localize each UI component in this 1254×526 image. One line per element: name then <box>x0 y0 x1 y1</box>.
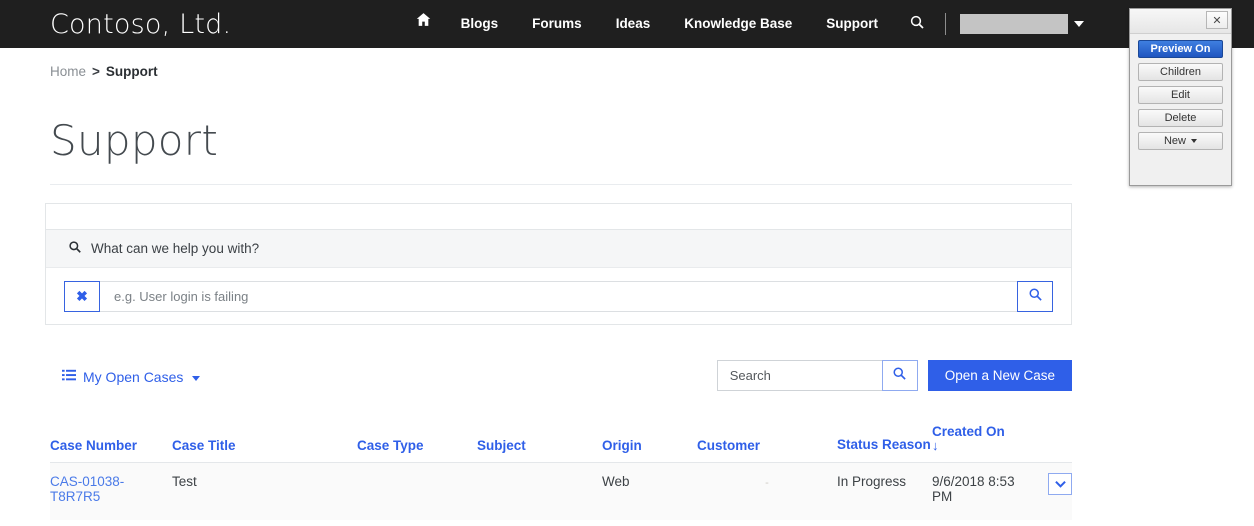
knowledge-search-panel-header <box>46 204 1071 230</box>
home-icon <box>415 0 432 48</box>
chevron-down-icon <box>1054 480 1066 488</box>
cell-case-title: Test <box>172 462 357 520</box>
list-search-input[interactable] <box>716 360 882 391</box>
page-editor-panel: ✕ Preview On Children Edit Delete New <box>1129 8 1232 186</box>
column-header-created-on-label: Created On <box>932 423 1005 439</box>
sort-descending-icon: ↓ <box>932 437 939 453</box>
search-icon <box>1028 287 1043 307</box>
search-icon <box>909 14 925 35</box>
page-title: Support <box>50 116 219 165</box>
nav-home-link[interactable] <box>403 0 444 48</box>
page-editor-panel-body: Preview On Children Edit Delete New <box>1130 34 1231 156</box>
knowledge-search-panel: What can we help you with? ✖ <box>45 203 1072 325</box>
preview-on-button[interactable]: Preview On <box>1138 40 1223 58</box>
column-header-case-title[interactable]: Case Title <box>172 414 357 463</box>
column-header-created-on[interactable]: Created On ↓ <box>932 414 1072 463</box>
table-row: CAS-01038-T8R7R5 Test Web - In Progress … <box>50 462 1072 520</box>
primary-nav: Blogs Forums Ideas Knowledge Base Suppor… <box>403 0 1254 48</box>
page-editor-panel-header: ✕ <box>1130 9 1231 34</box>
case-list-table: Case Number Case Title Case Type Subject… <box>50 414 1072 520</box>
new-button-label: New <box>1163 135 1186 147</box>
nav-divider <box>945 13 946 35</box>
breadcrumb: Home > Support <box>50 64 158 79</box>
view-selector[interactable]: My Open Cases <box>62 369 201 385</box>
nav-item-knowledge-base[interactable]: Knowledge Base <box>667 0 809 48</box>
case-list-toolbar: My Open Cases Open a New Case <box>50 360 1072 396</box>
nav-search-button[interactable] <box>895 14 939 35</box>
children-button[interactable]: Children <box>1138 63 1223 81</box>
open-new-case-button[interactable]: Open a New Case <box>927 360 1072 391</box>
site-brand[interactable]: Contoso, Ltd. <box>50 9 231 40</box>
cell-subject <box>477 462 602 520</box>
cell-case-type <box>357 462 477 520</box>
cell-status-reason: In Progress <box>837 462 932 520</box>
nav-item-blogs[interactable]: Blogs <box>444 0 516 48</box>
new-button[interactable]: New <box>1138 132 1223 150</box>
row-actions-menu-button[interactable] <box>1048 472 1072 495</box>
breadcrumb-separator: > <box>92 64 100 79</box>
view-selector-label: My Open Cases <box>83 369 184 385</box>
cell-case-number: CAS-01038-T8R7R5 <box>50 462 172 520</box>
column-header-status-reason[interactable]: Status Reason <box>837 414 932 463</box>
column-header-case-number[interactable]: Case Number <box>50 414 172 463</box>
customer-empty-value: - <box>765 476 769 489</box>
column-header-case-type[interactable]: Case Type <box>357 414 477 463</box>
title-divider <box>50 184 1072 185</box>
knowledge-search-row: ✖ <box>46 268 1071 312</box>
delete-button[interactable]: Delete <box>1138 109 1223 127</box>
chevron-down-icon <box>1074 21 1084 27</box>
list-search-group: Open a New Case <box>716 360 1072 391</box>
list-search-button[interactable] <box>881 360 918 391</box>
column-header-customer[interactable]: Customer <box>697 414 837 463</box>
cell-customer: - <box>697 462 837 520</box>
knowledge-search-submit-button[interactable] <box>1017 281 1053 312</box>
case-number-link[interactable]: CAS-01038-T8R7R5 <box>50 474 124 504</box>
knowledge-search-prompt-text: What can we help you with? <box>91 241 260 256</box>
user-menu[interactable] <box>952 14 1084 34</box>
list-icon <box>62 369 76 385</box>
column-header-subject[interactable]: Subject <box>477 414 602 463</box>
cell-origin: Web <box>602 462 697 520</box>
user-name-redacted <box>960 14 1068 34</box>
search-icon <box>68 240 82 257</box>
clear-search-button[interactable]: ✖ <box>64 281 100 312</box>
created-on-value: 9/6/2018 8:53 PM <box>932 473 1015 504</box>
chevron-down-icon <box>1191 139 1197 143</box>
column-header-origin[interactable]: Origin <box>602 414 697 463</box>
breadcrumb-home-link[interactable]: Home <box>50 64 86 79</box>
chevron-down-icon <box>192 376 201 381</box>
breadcrumb-current: Support <box>105 64 158 79</box>
edit-button[interactable]: Edit <box>1138 86 1223 104</box>
top-navigation-bar: Contoso, Ltd. Blogs Forums Ideas Knowled… <box>0 0 1254 48</box>
nav-item-ideas[interactable]: Ideas <box>599 0 668 48</box>
knowledge-search-input[interactable] <box>100 281 1017 312</box>
close-icon[interactable]: ✕ <box>1206 11 1228 29</box>
knowledge-search-prompt: What can we help you with? <box>46 230 1071 268</box>
table-header-row: Case Number Case Title Case Type Subject… <box>50 414 1072 463</box>
nav-item-forums[interactable]: Forums <box>515 0 599 48</box>
nav-item-support[interactable]: Support <box>809 0 895 48</box>
search-icon <box>892 366 907 386</box>
cell-created-on: 9/6/2018 8:53 PM <box>932 462 1072 520</box>
